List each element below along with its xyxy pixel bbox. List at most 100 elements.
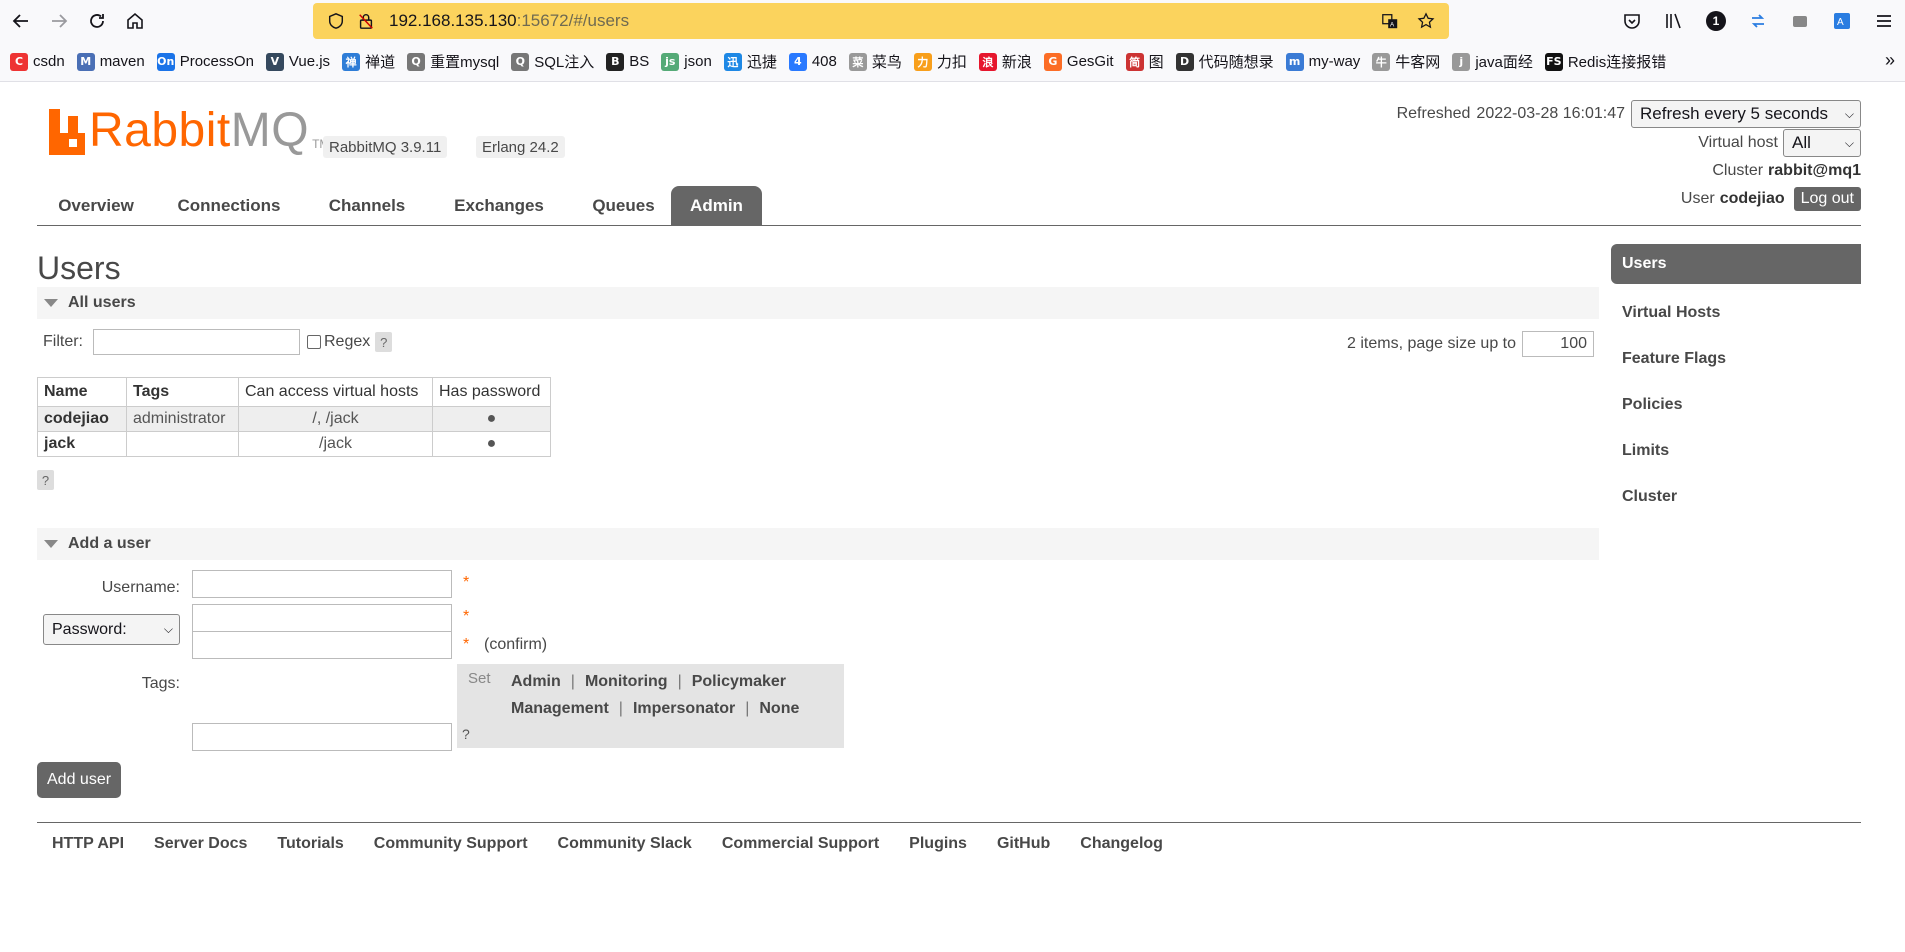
bookmark-item[interactable]: Mmaven bbox=[71, 48, 151, 76]
bookmark-item[interactable]: j java面经 bbox=[1446, 48, 1539, 76]
page-size-input[interactable]: 100 bbox=[1522, 331, 1594, 357]
add-user-section-toggle[interactable]: Add a user bbox=[37, 528, 1599, 560]
tab-channels[interactable]: Channels bbox=[303, 186, 431, 226]
library-icon[interactable] bbox=[1657, 4, 1691, 38]
footer-link-commercial-support[interactable]: Commercial Support bbox=[722, 835, 879, 853]
bookmark-item[interactable]: 迅迅捷 bbox=[718, 48, 783, 76]
bookmark-label: Vue.js bbox=[288, 53, 331, 70]
bookmark-item[interactable]: D 代码随想录 bbox=[1170, 48, 1280, 76]
forward-icon[interactable] bbox=[42, 4, 76, 38]
sidebar-item-limits[interactable]: Limits bbox=[1611, 428, 1861, 474]
footer-link-tutorials[interactable]: Tutorials bbox=[277, 835, 343, 853]
footer-link-github[interactable]: GitHub bbox=[997, 835, 1050, 853]
password-confirm-input[interactable] bbox=[192, 631, 452, 659]
bookmark-item[interactable]: Q SQL注入 bbox=[505, 48, 600, 76]
translate-extension-icon[interactable]: A bbox=[1825, 4, 1859, 38]
bookmark-item[interactable]: 菜菜鸟 bbox=[843, 48, 908, 76]
tag-policymaker-link[interactable]: Policymaker bbox=[692, 673, 786, 691]
footer-link-community-slack[interactable]: Community Slack bbox=[558, 835, 692, 853]
home-icon[interactable] bbox=[118, 4, 152, 38]
sidebar-item-virtual-hosts[interactable]: Virtual Hosts bbox=[1611, 290, 1861, 336]
insecure-lock-icon[interactable] bbox=[351, 6, 381, 36]
footer-link-http-api[interactable]: HTTP API bbox=[52, 835, 124, 853]
bookmark-item[interactable]: 浪新浪 bbox=[973, 48, 1038, 76]
column-header-tags[interactable]: Tags bbox=[126, 377, 239, 407]
username-label: Username: bbox=[101, 579, 180, 596]
bookmark-item[interactable]: 牛牛客网 bbox=[1366, 48, 1446, 76]
extension-icon[interactable] bbox=[1783, 4, 1817, 38]
tags-help-button[interactable]: ? bbox=[462, 726, 470, 742]
footer-link-changelog[interactable]: Changelog bbox=[1080, 835, 1163, 853]
filter-input[interactable] bbox=[93, 329, 300, 355]
footer-link-community-support[interactable]: Community Support bbox=[374, 835, 528, 853]
url-text[interactable]: 192.168.135.130:15672/#/users bbox=[389, 11, 629, 31]
shield-icon[interactable] bbox=[321, 6, 351, 36]
sync-icon[interactable] bbox=[1741, 4, 1775, 38]
user-name-link[interactable]: codejiao bbox=[37, 406, 127, 432]
tags-input[interactable] bbox=[192, 723, 452, 751]
reload-icon[interactable] bbox=[80, 4, 114, 38]
bookmark-item[interactable]: 4 408 bbox=[783, 48, 843, 76]
add-user-button[interactable]: Add user bbox=[37, 762, 122, 798]
regex-help-button[interactable]: ? bbox=[375, 332, 393, 352]
regex-checkbox[interactable] bbox=[307, 335, 321, 349]
all-users-section-toggle[interactable]: All users bbox=[37, 287, 1599, 319]
pocket-icon[interactable] bbox=[1615, 4, 1649, 38]
bookmarks-overflow-icon[interactable]: » bbox=[1885, 50, 1895, 71]
rabbitmq-version: RabbitMQ 3.9.11 bbox=[323, 136, 448, 158]
bookmark-star-icon[interactable] bbox=[1411, 6, 1441, 36]
bookmark-item[interactable]: Ccsdn bbox=[4, 48, 71, 76]
sidebar-item-cluster[interactable]: Cluster bbox=[1611, 474, 1861, 520]
footer-link-server-docs[interactable]: Server Docs bbox=[154, 835, 247, 853]
column-header-password[interactable]: Has password bbox=[432, 377, 551, 407]
menu-icon[interactable] bbox=[1867, 4, 1901, 38]
footer-link-plugins[interactable]: Plugins bbox=[909, 835, 967, 853]
chevron-down-icon: ⌵ bbox=[1844, 135, 1854, 150]
sidebar-item-policies[interactable]: Policies bbox=[1611, 382, 1861, 428]
bookmark-favicon-icon: FS bbox=[1544, 52, 1563, 71]
sidebar-item-users[interactable]: Users bbox=[1611, 244, 1861, 284]
translate-icon[interactable]: A bbox=[1375, 6, 1405, 36]
refresh-select[interactable]: Refresh every 5 seconds ⌵ bbox=[1631, 100, 1861, 128]
user-name-link[interactable]: jack bbox=[37, 431, 127, 457]
tag-impersonator-link[interactable]: Impersonator bbox=[633, 700, 735, 718]
bookmark-item[interactable]: Q 重置mysql bbox=[401, 48, 505, 76]
bookmark-item[interactable]: 简图 bbox=[1120, 48, 1170, 76]
vhost-select[interactable]: All ⌵ bbox=[1783, 129, 1861, 157]
table-row[interactable]: codejiao administrator /, /jack ● bbox=[37, 406, 551, 432]
bookmark-item[interactable]: G GesGit bbox=[1038, 48, 1120, 76]
has-password-dot: ● bbox=[432, 406, 551, 432]
bookmark-item[interactable]: V Vue.js bbox=[260, 48, 336, 76]
bookmark-favicon-icon: C bbox=[10, 52, 28, 71]
rabbitmq-logo[interactable]: RabbitMQ TM bbox=[49, 107, 329, 155]
tag-management-link[interactable]: Management bbox=[511, 700, 609, 718]
tab-admin[interactable]: Admin bbox=[671, 186, 762, 226]
svg-text:A: A bbox=[1837, 17, 1844, 28]
bookmark-item[interactable]: FS Redis连接报错 bbox=[1539, 48, 1672, 76]
users-table-help-button[interactable]: ? bbox=[37, 470, 54, 490]
tab-connections[interactable]: Connections bbox=[155, 186, 303, 226]
bookmark-item[interactable]: js json bbox=[655, 48, 718, 76]
tab-overview[interactable]: Overview bbox=[37, 186, 155, 226]
bookmark-label: my-way bbox=[1308, 53, 1361, 70]
username-input[interactable] bbox=[192, 570, 452, 598]
tag-monitoring-link[interactable]: Monitoring bbox=[585, 673, 668, 691]
column-header-name[interactable]: Name bbox=[37, 377, 127, 407]
column-header-vhosts[interactable]: Can access virtual hosts bbox=[238, 377, 433, 407]
table-row[interactable]: jack /jack ● bbox=[37, 431, 551, 457]
password-type-select[interactable]: Password: ⌵ bbox=[43, 614, 180, 645]
account-icon[interactable]: 1 bbox=[1699, 4, 1733, 38]
tag-admin-link[interactable]: Admin bbox=[511, 673, 561, 691]
bookmark-item[interactable]: m my-way bbox=[1280, 48, 1367, 76]
tab-exchanges[interactable]: Exchanges bbox=[431, 186, 567, 226]
url-bar[interactable]: 192.168.135.130:15672/#/users A bbox=[313, 3, 1449, 39]
sidebar-item-feature-flags[interactable]: Feature Flags bbox=[1611, 336, 1861, 382]
bookmark-item[interactable]: On ProcessOn bbox=[151, 48, 260, 76]
password-input[interactable] bbox=[192, 604, 452, 632]
bookmark-item[interactable]: B BS bbox=[600, 48, 655, 76]
bookmark-item[interactable]: 力力扣 bbox=[908, 48, 973, 76]
tag-none-link[interactable]: None bbox=[759, 700, 799, 718]
back-icon[interactable] bbox=[4, 4, 38, 38]
bookmark-item[interactable]: 禅禅道 bbox=[336, 48, 401, 76]
tab-queues[interactable]: Queues bbox=[567, 186, 680, 226]
